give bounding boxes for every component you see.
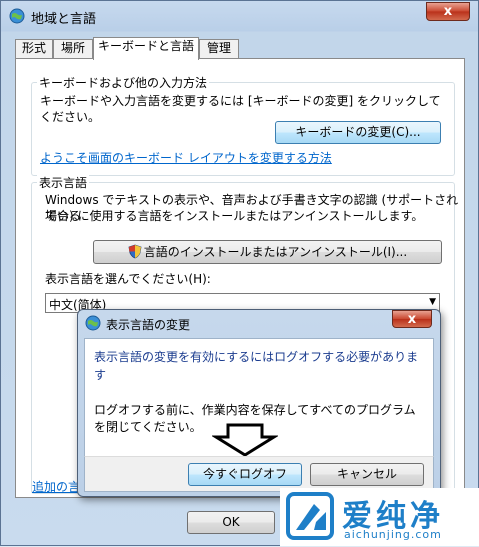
dialog-message2-line1: ログオフする前に、作業内容を保存してすべてのプログラム	[94, 403, 416, 417]
dialog-title: 表示言語の変更	[106, 318, 191, 332]
tab-administrative[interactable]: 管理	[199, 39, 239, 58]
keyboard-group-title: キーボードおよび他の入力方法	[37, 74, 210, 91]
cancel-button[interactable]: キャンセル	[310, 463, 424, 486]
display-description-line2: 場合) に使用する言語をインストールまたはアンインストールします。	[45, 209, 424, 223]
watermark: 爱纯净 aichunjing.com	[280, 488, 479, 546]
display-language-group-title: 表示言語	[37, 174, 90, 191]
tab-format[interactable]: 形式	[15, 39, 53, 58]
dialog-message1-line2: す	[94, 368, 107, 382]
change-keyboards-button[interactable]: キーボードの変更(C)...	[275, 121, 441, 144]
install-uninstall-languages-button[interactable]: 言語のインストールまたはアンインストール(I)...	[93, 240, 442, 264]
down-arrow-icon	[210, 423, 280, 460]
logoff-now-button[interactable]: 今すぐログオフ	[188, 463, 302, 486]
dialog-message1-line1: 表示言語の変更を有効にするにはログオフする必要がありま	[94, 350, 419, 364]
globe-icon	[85, 315, 101, 331]
watermark-url: aichunjing.com	[344, 528, 442, 541]
close-icon: x	[443, 4, 453, 19]
ok-button[interactable]: OK	[187, 511, 275, 534]
window-close-button[interactable]: x	[426, 2, 470, 21]
dialog-footer: 今すぐログオフ キャンセル	[84, 456, 434, 492]
display-language-select-label: 表示言語を選んでください(H):	[45, 272, 211, 286]
dialog-title-bar[interactable]: 表示言語の変更 x	[78, 310, 440, 336]
dialog-message2-line2: を閉じてください。	[94, 420, 202, 434]
tab-location[interactable]: 場所	[53, 39, 93, 58]
additional-languages-link[interactable]: 追加の言	[32, 478, 80, 495]
globe-icon	[9, 8, 25, 24]
install-button-label: 言語のインストールまたはアンインストール(I)...	[143, 245, 408, 259]
uac-shield-icon	[128, 244, 142, 266]
chevron-down-icon[interactable]: ▼	[429, 297, 436, 307]
dialog-close-button[interactable]: x	[392, 310, 432, 328]
window-title: 地域と言語	[31, 12, 97, 27]
title-bar[interactable]: 地域と言語 x	[1, 1, 478, 31]
change-display-language-dialog: 表示言語の変更 x 表示言語の変更を有効にするにはログオフする必要がありま す …	[77, 309, 441, 497]
close-icon: x	[407, 312, 417, 327]
dialog-body: 表示言語の変更を有効にするにはログオフする必要がありま す ログオフする前に、作…	[84, 338, 434, 458]
watermark-logo-icon	[286, 492, 334, 540]
welcome-screen-layout-link[interactable]: ようこそ画面のキーボード レイアウトを変更する方法	[40, 149, 332, 166]
tab-keyboards-languages[interactable]: キーボードと言語	[93, 37, 199, 60]
